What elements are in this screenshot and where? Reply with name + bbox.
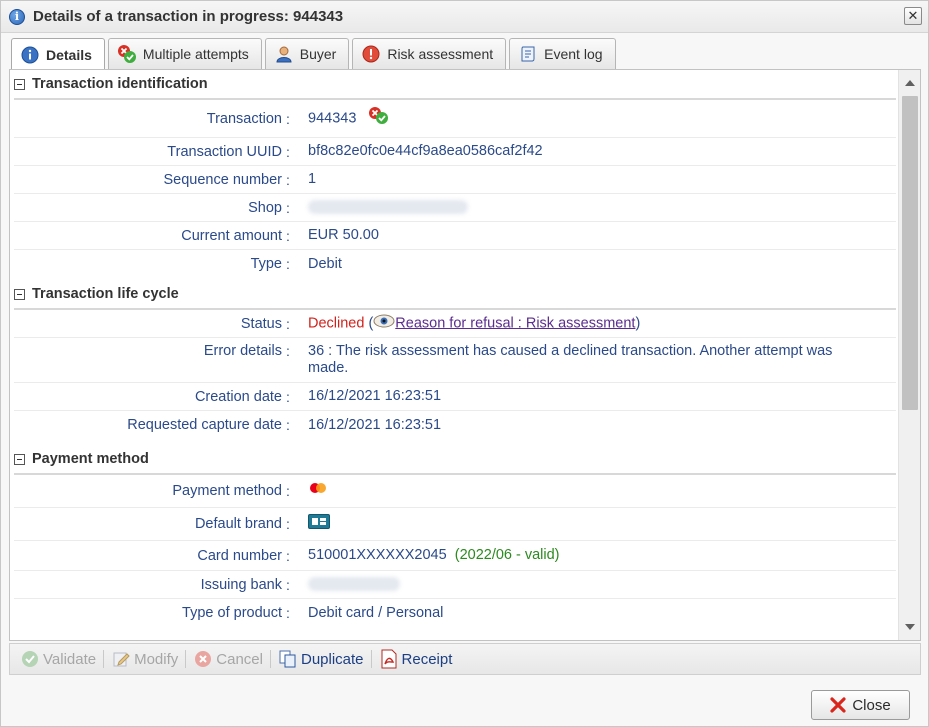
section-header-lifecycle[interactable]: Transaction life cycle (14, 280, 896, 310)
shop-redacted (308, 200, 468, 215)
row-capture-date: Requested capture date : 16/12/2021 16:2… (14, 411, 896, 439)
section-header-identification[interactable]: Transaction identification (14, 70, 896, 100)
edit-icon (111, 649, 131, 669)
row-status: Status : Declined ( Reason for refusal :… (14, 310, 896, 338)
transaction-details-dialog: i Details of a transaction in progress: … (0, 0, 929, 727)
pdf-icon (379, 649, 399, 669)
tab-event-log[interactable]: Event log (509, 38, 616, 69)
close-icon (830, 697, 846, 713)
capture-date: 16/12/2021 16:23:51 (308, 416, 442, 433)
sequence-number: 1 (308, 171, 317, 187)
row-uuid: Transaction UUID : bf8c82e0fc0e44cf9a8ea… (14, 138, 896, 166)
cancel-icon (193, 649, 213, 669)
creation-date: 16/12/2021 16:23:51 (308, 388, 442, 404)
info-icon (20, 45, 40, 65)
status-value: Declined (308, 315, 365, 332)
transaction-id: 944343 (308, 110, 357, 127)
info-icon: i (9, 8, 25, 25)
tab-details[interactable]: Details (11, 38, 105, 70)
row-error-details: Error details : 36 : The risk assessment… (14, 338, 896, 383)
tab-multiple-attempts[interactable]: Multiple attempts (107, 38, 262, 69)
row-shop: Shop : (14, 194, 896, 222)
transaction-type: Debit (308, 255, 342, 272)
row-product-type: Type of product : Debit card / Personal (14, 599, 896, 627)
tab-buyer[interactable]: Buyer (264, 38, 350, 69)
current-amount: EUR 50.00 (308, 227, 379, 243)
close-icon[interactable]: ✕ (904, 7, 922, 25)
section-header-payment[interactable]: Payment method (14, 445, 896, 475)
refusal-reason-link[interactable]: Reason for refusal : Risk assessment (395, 315, 635, 331)
action-toolbar: Validate Modify Cancel Duplicate Receipt (9, 643, 921, 675)
cancel-button[interactable]: Cancel (189, 647, 267, 671)
row-card-number: Card number : 510001XXXXXX2045 (2022/06 … (14, 541, 896, 571)
modify-button[interactable]: Modify (107, 647, 182, 671)
scroll-thumb[interactable] (902, 96, 918, 410)
row-transaction: Transaction : 944343 (14, 100, 896, 138)
tab-bar: Details Multiple attempts Buyer Risk ass… (11, 38, 616, 70)
buyer-icon (274, 44, 294, 64)
tab-risk-assessment[interactable]: Risk assessment (352, 38, 507, 69)
transaction-uuid: bf8c82e0fc0e44cf9a8ea0586caf2f42 (308, 143, 543, 159)
duplicate-icon (278, 649, 298, 669)
details-content: Transaction identification Transaction :… (10, 70, 898, 640)
row-issuing-bank: Issuing bank : (14, 571, 896, 599)
scroll-down-icon[interactable] (905, 624, 915, 630)
warning-icon (361, 44, 381, 64)
duplicate-button[interactable]: Duplicate (274, 647, 368, 671)
multiple-attempts-icon (368, 106, 390, 131)
row-amount: Current amount : EUR 50.00 (14, 222, 896, 250)
row-creation-date: Creation date : 16/12/2021 16:23:51 (14, 383, 896, 411)
collapse-icon[interactable] (14, 78, 25, 90)
eye-icon (373, 314, 395, 333)
row-payment-method: Payment method : (14, 475, 896, 508)
details-panel: Transaction identification Transaction :… (9, 69, 921, 641)
bank-redacted (308, 577, 400, 592)
card-number: 510001XXXXXX2045 (308, 547, 447, 563)
cb-card-icon (308, 514, 330, 534)
row-type: Type : Debit (14, 250, 896, 278)
close-button[interactable]: Close (811, 690, 910, 720)
collapse-icon[interactable] (14, 288, 25, 300)
product-type: Debit card / Personal (308, 604, 444, 621)
vertical-scrollbar[interactable] (898, 70, 920, 640)
error-details: 36 : The risk assessment has caused a de… (308, 343, 833, 376)
row-default-brand: Default brand : (14, 508, 896, 541)
row-sequence: Sequence number : 1 (14, 166, 896, 194)
dialog-title: Details of a transaction in progress: 94… (33, 8, 344, 25)
event-log-icon (518, 44, 538, 64)
collapse-icon[interactable] (14, 453, 25, 465)
validate-button[interactable]: Validate (16, 647, 100, 671)
check-icon (20, 649, 40, 669)
title-bar: i Details of a transaction in progress: … (1, 1, 928, 33)
scroll-up-icon[interactable] (905, 80, 915, 86)
multiple-attempts-icon (117, 44, 137, 64)
mastercard-icon (308, 482, 328, 499)
card-expiry: (2022/06 - valid) (454, 547, 560, 563)
receipt-button[interactable]: Receipt (375, 647, 457, 671)
